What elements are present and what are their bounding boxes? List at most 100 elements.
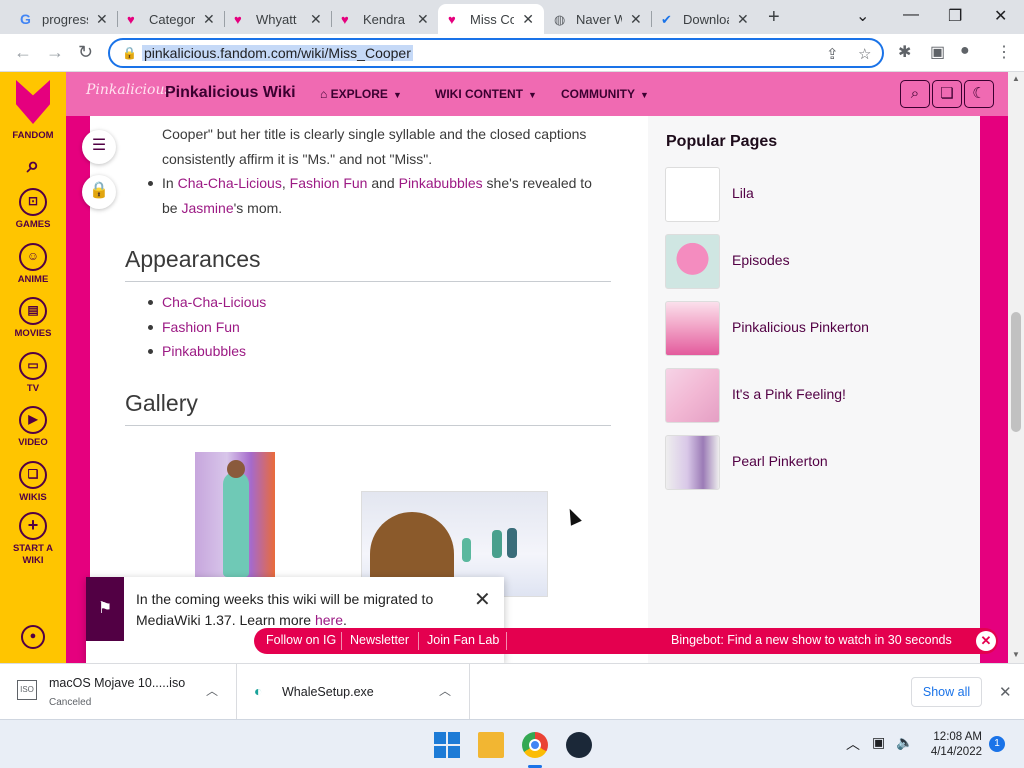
show-all-downloads-button[interactable]: Show all bbox=[911, 677, 982, 707]
nav-video[interactable]: ▶ VIDEO bbox=[0, 406, 66, 448]
fandom-logo[interactable]: FANDOM bbox=[0, 80, 66, 141]
fandom-icon: ♥ bbox=[234, 12, 242, 27]
new-tab-button[interactable]: + bbox=[768, 6, 780, 29]
close-icon[interactable]: ✕ bbox=[630, 11, 642, 28]
appearance-link[interactable]: Pinkabubbles bbox=[162, 343, 246, 359]
globe-icon: ◍ bbox=[554, 12, 566, 27]
address-bar[interactable]: 🔒 pinkalicious.fandom.com/wiki/Miss_Coop… bbox=[108, 38, 884, 68]
close-icon[interactable]: ✕ bbox=[976, 631, 996, 651]
link-jasmine[interactable]: Jasmine bbox=[181, 200, 233, 216]
discussions-button[interactable]: ❏ bbox=[932, 80, 962, 108]
menu-icon[interactable]: ⋮ bbox=[996, 42, 1012, 62]
reload-button[interactable]: ↻ bbox=[78, 42, 93, 63]
nav-community[interactable]: COMMUNITY ▼ bbox=[561, 87, 649, 101]
restore-button[interactable]: ❐ bbox=[948, 6, 962, 26]
newsletter-link[interactable]: Newsletter bbox=[350, 633, 409, 647]
network-icon[interactable]: ▣ bbox=[872, 734, 885, 751]
bingebot-link[interactable]: Bingebot: Find a new show to watch in 30… bbox=[671, 633, 952, 647]
user-account-icon[interactable]: ● bbox=[0, 625, 66, 652]
gallery-image[interactable] bbox=[195, 452, 275, 577]
close-icon[interactable]: ✕ bbox=[522, 11, 534, 28]
anime-face-icon: ☺ bbox=[19, 243, 47, 271]
close-icon[interactable]: ✕ bbox=[96, 11, 108, 28]
volume-icon[interactable]: 🔈 bbox=[896, 734, 913, 751]
tab-title: Naver W bbox=[576, 11, 622, 27]
windows-start-icon[interactable] bbox=[434, 732, 460, 758]
back-button[interactable]: ← bbox=[14, 42, 32, 63]
close-icon[interactable]: ✕ bbox=[310, 11, 322, 28]
join-fan-lab-link[interactable]: Join Fan Lab bbox=[427, 633, 499, 647]
extensions-icon[interactable]: ✱ bbox=[898, 42, 911, 62]
nav-wiki-content[interactable]: WIKI CONTENT ▼ bbox=[435, 87, 537, 101]
page-thumbnail bbox=[665, 234, 720, 289]
close-icon[interactable]: ✕ bbox=[203, 11, 215, 28]
close-downloads-bar-button[interactable]: ✕ bbox=[999, 683, 1012, 701]
tab-download[interactable]: ✔ Download ✕ bbox=[651, 4, 759, 34]
appearance-link[interactable]: Cha-Cha-Licious bbox=[162, 294, 266, 310]
fandom-icon: ♥ bbox=[448, 12, 456, 27]
toolbar: ← → ↻ 🔒 pinkalicious.fandom.com/wiki/Mis… bbox=[0, 34, 1024, 72]
chevron-up-icon[interactable]: ︿ bbox=[439, 682, 451, 699]
link-cha-cha-licious[interactable]: Cha-Cha-Licious bbox=[178, 175, 282, 191]
side-panel-icon[interactable]: ▣ bbox=[930, 42, 945, 62]
page-thumbnail bbox=[665, 301, 720, 356]
chevron-up-icon[interactable]: ︿ bbox=[206, 682, 218, 699]
link-fashion-fun[interactable]: Fashion Fun bbox=[290, 175, 368, 191]
tab-title: Miss Cooper bbox=[470, 11, 515, 27]
tab-kendra[interactable]: ♥ Kendra ✕ bbox=[331, 4, 439, 34]
appearance-link[interactable]: Fashion Fun bbox=[162, 319, 240, 335]
notification-badge[interactable]: 1 bbox=[989, 736, 1005, 752]
tab-search-icon[interactable]: ⌄ bbox=[856, 6, 869, 26]
table-of-contents-button[interactable]: ☰ bbox=[82, 130, 116, 164]
page-scrollbar[interactable]: ▲ ▼ bbox=[1008, 72, 1024, 663]
nav-games[interactable]: ⊡ GAMES bbox=[0, 188, 66, 230]
dark-mode-button[interactable]: ☾ bbox=[964, 80, 994, 108]
close-icon[interactable]: ✕ bbox=[737, 11, 749, 28]
page-thumbnail bbox=[665, 368, 720, 423]
lock-icon[interactable]: 🔒 bbox=[122, 46, 137, 60]
download-item[interactable]: ISO macOS Mojave 10.....iso Canceled ︿ bbox=[0, 664, 237, 720]
learn-more-link[interactable]: here bbox=[315, 612, 343, 628]
close-icon[interactable]: ✕ bbox=[417, 11, 429, 28]
download-item[interactable]: ◐ WhaleSetup.exe ︿ bbox=[237, 664, 470, 720]
wiki-logo[interactable]: Pinkalicious bbox=[86, 82, 172, 98]
url-text[interactable]: pinkalicious.fandom.com/wiki/Miss_Cooper bbox=[142, 45, 413, 61]
nav-wikis[interactable]: ❏ WIKIS bbox=[0, 461, 66, 503]
user-icon: ● bbox=[21, 625, 45, 649]
tab-whyatt[interactable]: ♥ Whyatt ✕ bbox=[224, 4, 332, 34]
lock-page-icon[interactable]: 🔒 bbox=[82, 175, 116, 209]
nav-tv[interactable]: ▭ TV bbox=[0, 352, 66, 394]
link-pinkabubbles[interactable]: Pinkabubbles bbox=[399, 175, 483, 191]
show-hidden-icons[interactable]: ︿ bbox=[846, 734, 860, 754]
clock[interactable]: 12:08 AM 4/14/2022 bbox=[920, 730, 982, 760]
follow-on-ig-link[interactable]: Follow on IG bbox=[266, 633, 336, 647]
bookmark-star-icon[interactable]: ☆ bbox=[858, 45, 871, 63]
clapperboard-icon: ▤ bbox=[19, 297, 47, 325]
scrollbar-thumb[interactable] bbox=[1011, 312, 1021, 432]
nav-explore[interactable]: ⌂ EXPLORE ▼ bbox=[320, 87, 402, 101]
tab-naver[interactable]: ◍ Naver W ✕ bbox=[544, 4, 652, 34]
chrome-icon[interactable] bbox=[522, 732, 548, 758]
wiki-search-button[interactable]: ⌕ bbox=[900, 80, 930, 108]
nav-movies[interactable]: ▤ MOVIES bbox=[0, 297, 66, 339]
tab-progress[interactable]: G progress ✕ bbox=[10, 4, 118, 34]
tab-category[interactable]: ♥ Category ✕ bbox=[117, 4, 225, 34]
nav-start-a-wiki[interactable]: + START A WIKI bbox=[0, 512, 66, 567]
tab-miss-cooper[interactable]: ♥ Miss Cooper ✕ bbox=[438, 4, 544, 34]
close-window-button[interactable]: ✕ bbox=[994, 6, 1007, 26]
page-thumbnail bbox=[665, 435, 720, 490]
steam-icon[interactable] bbox=[566, 732, 592, 758]
share-icon[interactable]: ⇪ bbox=[826, 45, 839, 63]
profile-icon[interactable]: ● bbox=[960, 42, 970, 60]
minimize-button[interactable]: — bbox=[903, 6, 919, 24]
notification-text: In the coming weeks this wiki will be mi… bbox=[136, 591, 434, 628]
forward-button[interactable]: → bbox=[46, 42, 64, 63]
wiki-name[interactable]: Pinkalicious Wiki bbox=[165, 84, 296, 102]
nav-anime[interactable]: ☺ ANIME bbox=[0, 243, 66, 285]
fandom-bottom-bar: Follow on IG Newsletter Join Fan Lab Bin… bbox=[254, 628, 998, 654]
file-icon: ISO bbox=[17, 680, 37, 700]
fandom-icon: ♥ bbox=[127, 12, 135, 27]
close-notification-button[interactable]: ✕ bbox=[474, 587, 491, 612]
search-icon[interactable]: ⌕ bbox=[0, 152, 66, 178]
file-explorer-icon[interactable] bbox=[478, 732, 504, 758]
